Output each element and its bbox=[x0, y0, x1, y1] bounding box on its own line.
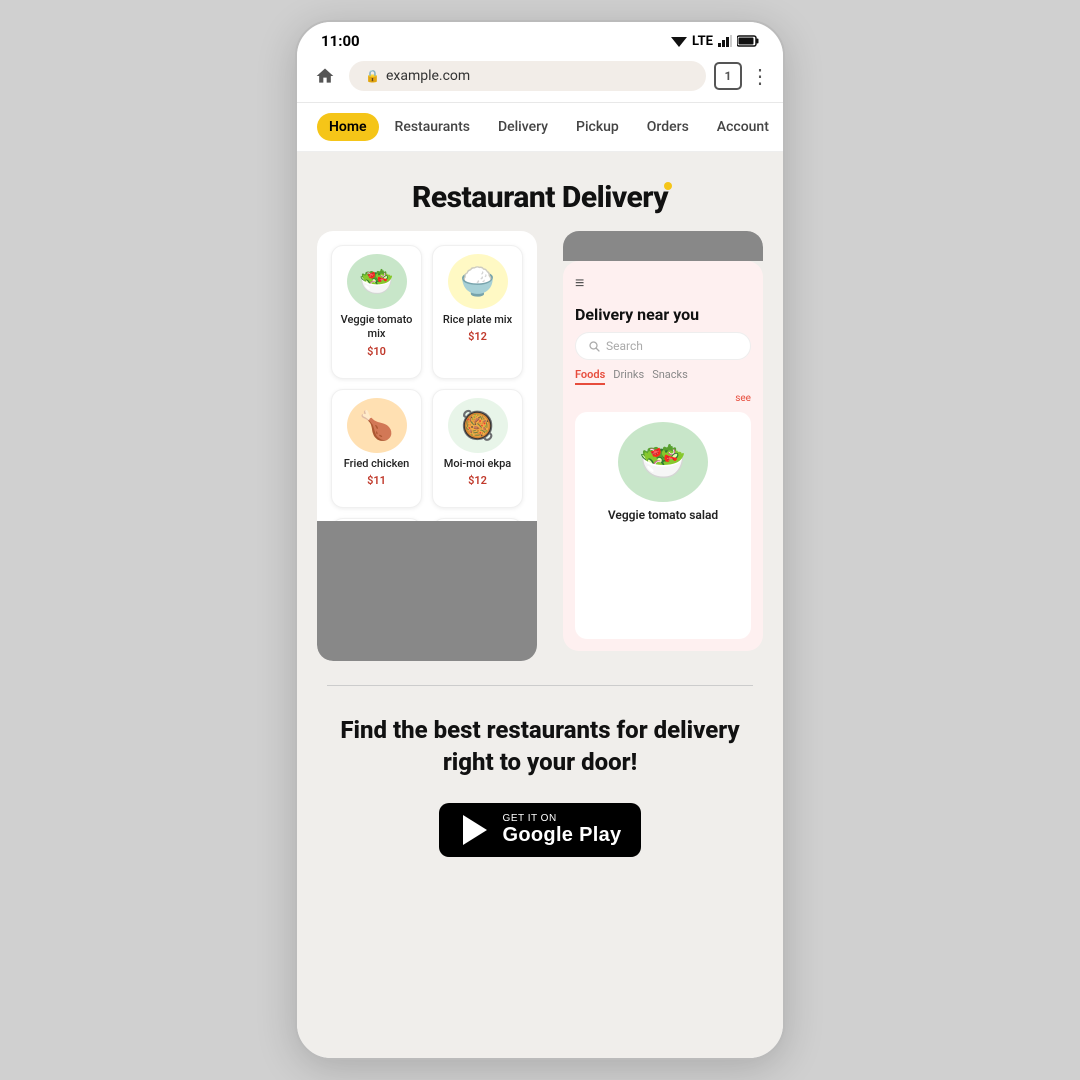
hero-title: Restaurant Delivery bbox=[412, 180, 668, 215]
status-bar: 11:00 LTE bbox=[297, 22, 783, 54]
search-icon bbox=[588, 340, 600, 352]
status-icons: LTE bbox=[671, 34, 759, 49]
food-img-fried-chicken: 🍗 bbox=[347, 398, 407, 453]
nav-item-pickup[interactable]: Pickup bbox=[564, 113, 631, 141]
right-top-overlay bbox=[563, 231, 763, 261]
more-button[interactable]: ⋮ bbox=[750, 64, 771, 88]
food-card-moimoi: 🥘 Moi-moi ekpa $12 bbox=[432, 389, 523, 508]
featured-food-img: 🥗 bbox=[618, 422, 708, 502]
home-icon bbox=[315, 66, 335, 86]
url-bar[interactable]: 🔒 example.com bbox=[349, 61, 706, 91]
get-it-on-label: GET IT ON bbox=[503, 813, 557, 824]
url-text: example.com bbox=[386, 68, 470, 84]
battery-icon bbox=[737, 35, 759, 47]
food-price-rice-plate: $12 bbox=[468, 330, 487, 343]
food-price-fried-chicken: $11 bbox=[367, 474, 386, 487]
tab-foods[interactable]: Foods bbox=[575, 368, 605, 385]
play-triangle-icon bbox=[461, 814, 489, 846]
nav-bar: Home Restaurants Delivery Pickup Orders … bbox=[297, 103, 783, 152]
food-price-moimoi: $12 bbox=[468, 474, 487, 487]
bottom-title: Find the best restaurants for delivery r… bbox=[317, 714, 763, 779]
tab-button[interactable]: 1 bbox=[714, 62, 742, 90]
nav-item-home[interactable]: Home bbox=[317, 113, 379, 141]
food-card-rice-plate: 🍚 Rice plate mix $12 bbox=[432, 245, 523, 379]
hero-section: Restaurant Delivery bbox=[297, 152, 783, 231]
tab-drinks[interactable]: Drinks bbox=[613, 368, 644, 385]
food-card-fried-chicken: 🍗 Fried chicken $11 bbox=[331, 389, 422, 508]
google-play-button[interactable]: GET IT ON Google Play bbox=[439, 803, 642, 857]
nav-item-restaurants[interactable]: Restaurants bbox=[383, 113, 482, 141]
phone-frame: 11:00 LTE 🔒 bbox=[295, 20, 785, 1060]
see-all-label[interactable]: see bbox=[575, 393, 751, 404]
hamburger-icon[interactable]: ≡ bbox=[575, 273, 584, 293]
food-name-rice-plate: Rice plate mix bbox=[443, 313, 512, 327]
right-panel-header: ≡ bbox=[575, 273, 751, 293]
google-play-text: GET IT ON Google Play bbox=[503, 813, 622, 847]
tab-snacks[interactable]: Snacks bbox=[652, 368, 688, 385]
left-overlay bbox=[317, 521, 537, 661]
google-play-icon bbox=[459, 814, 491, 846]
food-price-veggie-tomato: $10 bbox=[367, 345, 386, 358]
search-placeholder: Search bbox=[606, 339, 643, 353]
page-content: Home Restaurants Delivery Pickup Orders … bbox=[297, 103, 783, 1058]
app-preview-container: 🥗 Veggie tomato mix $10 🍚 Rice plate mix… bbox=[317, 231, 763, 661]
search-bar[interactable]: Search bbox=[575, 332, 751, 360]
browser-chrome: 🔒 example.com 1 ⋮ bbox=[297, 54, 783, 103]
food-card-veggie-tomato: 🥗 Veggie tomato mix $10 bbox=[331, 245, 422, 379]
lte-label: LTE bbox=[692, 34, 713, 49]
nav-item-orders[interactable]: Orders bbox=[635, 113, 701, 141]
wifi-icon bbox=[671, 35, 687, 47]
food-name-veggie-tomato: Veggie tomato mix bbox=[340, 313, 413, 342]
store-name-label: Google Play bbox=[503, 824, 622, 847]
right-tabs: Foods Drinks Snacks bbox=[575, 368, 751, 385]
tab-count: 1 bbox=[725, 69, 732, 83]
delivery-near-you-title: Delivery near you bbox=[575, 305, 751, 324]
nav-item-account[interactable]: Account bbox=[705, 113, 781, 141]
status-time: 11:00 bbox=[321, 32, 360, 50]
nav-item-delivery[interactable]: Delivery bbox=[486, 113, 560, 141]
home-button[interactable] bbox=[309, 60, 341, 92]
bottom-section: Find the best restaurants for delivery r… bbox=[297, 686, 783, 897]
right-panel: ≡ Delivery near you Search Foods Drinks … bbox=[563, 261, 763, 651]
food-img-moimoi: 🥘 bbox=[448, 398, 508, 453]
food-name-fried-chicken: Fried chicken bbox=[344, 457, 409, 471]
lock-icon: 🔒 bbox=[365, 69, 380, 83]
food-img-rice-plate: 🍚 bbox=[448, 254, 508, 309]
food-name-moimoi: Moi-moi ekpa bbox=[444, 457, 512, 471]
featured-food-name: Veggie tomato salad bbox=[608, 508, 718, 522]
food-img-veggie-tomato: 🥗 bbox=[347, 254, 407, 309]
hero-dot bbox=[664, 182, 672, 190]
signal-icon bbox=[718, 35, 732, 47]
featured-food-card: 🥗 Veggie tomato salad bbox=[575, 412, 751, 639]
